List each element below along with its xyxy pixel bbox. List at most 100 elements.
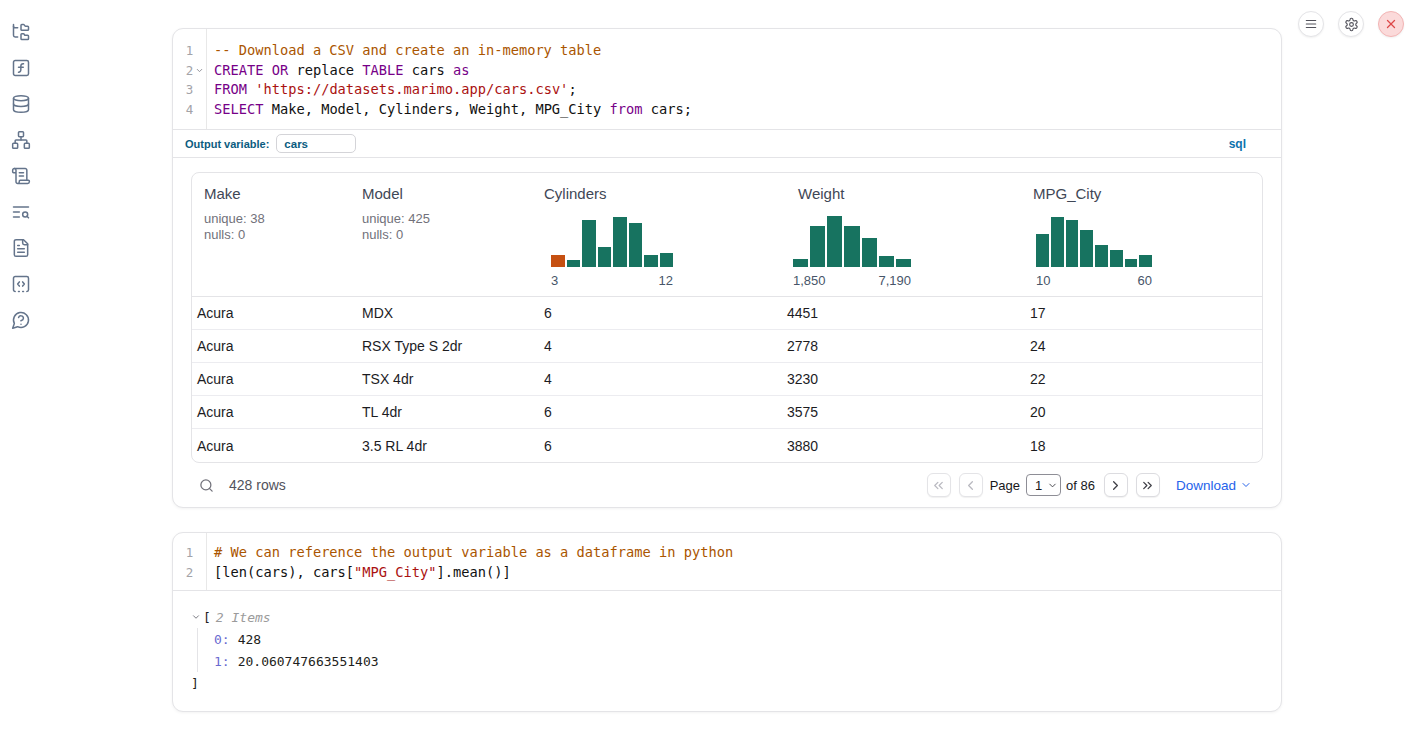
table-row: AcuraMDX6445117: [192, 297, 1262, 330]
table-cell: 3230: [782, 363, 1025, 395]
tree-entry-value: 20.060747663551403: [238, 654, 379, 669]
line-number-gutter: 1234: [173, 29, 207, 129]
page-label: Page: [990, 478, 1020, 493]
search-logs-icon[interactable]: [11, 202, 31, 222]
collapse-chevron-icon[interactable]: [191, 612, 203, 622]
tree-entry: 0:428: [214, 628, 1281, 650]
page-select-value: 1: [1035, 478, 1042, 493]
histogram-range: 1060: [1036, 273, 1152, 288]
python-code-editor[interactable]: 12 # We can reference the output variabl…: [173, 533, 1281, 591]
column-title: Weight: [798, 185, 1025, 202]
table-cell: 6: [538, 297, 782, 329]
items-count: 2 Items: [216, 610, 271, 625]
left-sidebar: [0, 0, 42, 330]
marimo-notebook: 1234 -- Download a CSV and create an in-…: [0, 0, 1408, 729]
table-cell: TL 4dr: [356, 396, 538, 428]
table-header-row: Make unique: 38nulls: 0Modelunique: 425nu…: [192, 173, 1262, 297]
table-cell: 22: [1025, 363, 1262, 395]
column-stats: unique: 38nulls: 0: [204, 211, 356, 243]
snippets-icon[interactable]: [11, 274, 31, 294]
dependencies-icon[interactable]: [11, 130, 31, 150]
next-page-button[interactable]: [1104, 473, 1128, 497]
histogram-bar: [1110, 250, 1123, 267]
table-cell: 18: [1025, 429, 1262, 462]
column-header-mpg_city[interactable]: MPG_City1060: [1025, 173, 1262, 296]
python-output-area: [ 2 Items 0:4281:20.060747663551403 ]: [173, 591, 1281, 694]
table-cell: 24: [1025, 330, 1262, 362]
table-cell: Acura: [192, 297, 356, 329]
histogram-bar: [1036, 234, 1049, 267]
tree-entry-key: 0:: [214, 632, 230, 647]
column-header-weight[interactable]: Weight1,8507,190: [782, 173, 1025, 296]
variables-icon[interactable]: [11, 58, 31, 78]
table-cell: 3880: [782, 429, 1025, 462]
tree-entry: 1:20.060747663551403: [214, 650, 1281, 672]
row-count: 428 rows: [229, 477, 286, 493]
sql-cell: 1234 -- Download a CSV and create an in-…: [172, 28, 1282, 508]
histogram-bar: [879, 256, 894, 267]
last-page-button[interactable]: [1136, 473, 1160, 497]
column-title: Make: [204, 185, 356, 202]
column-header-model[interactable]: Modelunique: 425nulls: 0: [356, 173, 538, 296]
histogram-bar: [844, 226, 859, 267]
datasources-icon[interactable]: [11, 94, 31, 114]
output-variable-input[interactable]: [276, 134, 356, 153]
table-body: AcuraMDX6445117AcuraRSX Type S 2dr427782…: [192, 297, 1262, 462]
histogram-bar: [896, 259, 911, 267]
histogram-bar: [567, 260, 581, 267]
download-button[interactable]: Download: [1176, 478, 1252, 493]
column-header-cylinders[interactable]: Cylinders 312: [538, 173, 782, 296]
table-cell: 17: [1025, 297, 1262, 329]
column-header-make[interactable]: Make unique: 38nulls: 0: [192, 173, 356, 296]
histogram-bar: [810, 226, 825, 267]
histogram-bar: [1095, 245, 1108, 267]
table-cell: MDX: [356, 297, 538, 329]
table-cell: 3575: [782, 396, 1025, 428]
tree-close-row: ]: [191, 672, 1281, 694]
table-cell: 20: [1025, 396, 1262, 428]
table-cell: RSX Type S 2dr: [356, 330, 538, 362]
open-bracket: [: [203, 610, 211, 625]
language-label: sql: [1229, 137, 1246, 151]
file-tree-icon[interactable]: [11, 22, 31, 42]
sql-code-editor[interactable]: 1234 -- Download a CSV and create an in-…: [173, 29, 1281, 129]
search-icon[interactable]: [199, 478, 214, 493]
close-bracket: ]: [191, 676, 199, 691]
histogram-bar: [644, 255, 658, 267]
histogram-bar: [793, 259, 808, 267]
shutdown-button[interactable]: [1378, 11, 1404, 37]
table-row: AcuraTL 4dr6357520: [192, 396, 1262, 429]
prev-page-button[interactable]: [959, 473, 983, 497]
of-pages-label: of 86: [1066, 478, 1095, 493]
first-page-button[interactable]: [927, 473, 951, 497]
logs-icon[interactable]: [11, 166, 31, 186]
sql-output-area: Make unique: 38nulls: 0Modelunique: 425nu…: [173, 172, 1281, 523]
pagination: Page 1 of 86 Download: [927, 473, 1252, 497]
histogram-bar: [827, 216, 842, 267]
column-stats: unique: 425nulls: 0: [362, 211, 538, 243]
table-row: AcuraRSX Type S 2dr4277824: [192, 330, 1262, 363]
table-cell: Acura: [192, 330, 356, 362]
table-cell: 4451: [782, 297, 1025, 329]
histogram-bar: [1051, 217, 1064, 267]
column-title: Cylinders: [544, 185, 782, 202]
settings-button[interactable]: [1338, 11, 1364, 37]
table-cell: Acura: [192, 429, 356, 462]
histogram-bar: [613, 217, 627, 267]
python-code[interactable]: # We can reference the output variable a…: [207, 533, 1281, 590]
histogram-bar: [660, 253, 674, 267]
table-cell: 3.5 RL 4dr: [356, 429, 538, 462]
table-row: AcuraTSX 4dr4323022: [192, 363, 1262, 396]
line-number-gutter: 12: [173, 533, 207, 590]
histogram-range: 312: [551, 273, 673, 288]
table-cell: 4: [538, 330, 782, 362]
page-select[interactable]: 1: [1026, 474, 1061, 496]
documentation-icon[interactable]: [11, 238, 31, 258]
histogram-bar: [1125, 259, 1138, 267]
menu-button[interactable]: [1298, 11, 1324, 37]
table-cell: Acura: [192, 363, 356, 395]
table-cell: 4: [538, 363, 782, 395]
help-icon[interactable]: [11, 310, 31, 330]
histogram-bar: [629, 223, 643, 267]
sql-code[interactable]: -- Download a CSV and create an in-memor…: [207, 29, 1281, 129]
